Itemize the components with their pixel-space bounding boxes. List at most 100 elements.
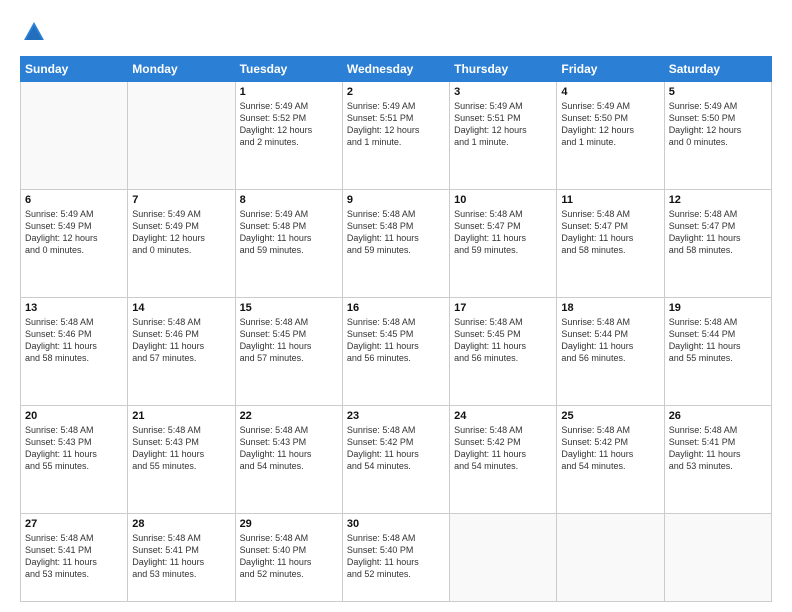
day-info: Sunrise: 5:48 AM Sunset: 5:47 PM Dayligh… (454, 208, 552, 257)
day-number: 29 (240, 518, 338, 530)
day-info: Sunrise: 5:49 AM Sunset: 5:50 PM Dayligh… (669, 100, 767, 149)
day-info: Sunrise: 5:49 AM Sunset: 5:51 PM Dayligh… (454, 100, 552, 149)
calendar-cell: 18 Sunrise: 5:48 AM Sunset: 5:44 PM Dayli… (557, 297, 664, 405)
day-number: 5 (669, 86, 767, 98)
day-number: 19 (669, 302, 767, 314)
day-info: Sunrise: 5:49 AM Sunset: 5:51 PM Dayligh… (347, 100, 445, 149)
calendar-cell: 14 Sunrise: 5:48 AM Sunset: 5:46 PM Dayli… (128, 297, 235, 405)
day-number: 6 (25, 194, 123, 206)
calendar-cell (128, 82, 235, 190)
header (20, 18, 772, 46)
weekday-header-sunday: Sunday (21, 57, 128, 82)
calendar-cell: 10 Sunrise: 5:48 AM Sunset: 5:47 PM Dayli… (450, 189, 557, 297)
weekday-header-monday: Monday (128, 57, 235, 82)
calendar-cell: 8 Sunrise: 5:49 AM Sunset: 5:48 PM Daylig… (235, 189, 342, 297)
calendar-cell: 3 Sunrise: 5:49 AM Sunset: 5:51 PM Daylig… (450, 82, 557, 190)
day-info: Sunrise: 5:48 AM Sunset: 5:47 PM Dayligh… (561, 208, 659, 257)
calendar-cell: 19 Sunrise: 5:48 AM Sunset: 5:44 PM Dayli… (664, 297, 771, 405)
day-info: Sunrise: 5:48 AM Sunset: 5:43 PM Dayligh… (240, 424, 338, 473)
day-info: Sunrise: 5:49 AM Sunset: 5:49 PM Dayligh… (132, 208, 230, 257)
calendar-cell: 27 Sunrise: 5:48 AM Sunset: 5:41 PM Dayli… (21, 513, 128, 601)
day-info: Sunrise: 5:48 AM Sunset: 5:48 PM Dayligh… (347, 208, 445, 257)
day-info: Sunrise: 5:49 AM Sunset: 5:50 PM Dayligh… (561, 100, 659, 149)
day-info: Sunrise: 5:48 AM Sunset: 5:42 PM Dayligh… (454, 424, 552, 473)
day-number: 16 (347, 302, 445, 314)
calendar-cell (664, 513, 771, 601)
day-number: 8 (240, 194, 338, 206)
day-number: 10 (454, 194, 552, 206)
logo (20, 18, 52, 46)
calendar-cell: 25Sunrise: 5:48 AM Sunset: 5:42 PM Dayli… (557, 405, 664, 513)
page: SundayMondayTuesdayWednesdayThursdayFrid… (0, 0, 792, 612)
day-number: 30 (347, 518, 445, 530)
day-number: 2 (347, 86, 445, 98)
calendar-cell: 29 Sunrise: 5:48 AM Sunset: 5:40 PM Dayli… (235, 513, 342, 601)
calendar-cell: 24 Sunrise: 5:48 AM Sunset: 5:42 PM Dayli… (450, 405, 557, 513)
day-info: Sunrise: 5:48 AM Sunset: 5:43 PM Dayligh… (25, 424, 123, 473)
day-number: 7 (132, 194, 230, 206)
calendar-cell (557, 513, 664, 601)
logo-icon (20, 18, 48, 46)
day-number: 9 (347, 194, 445, 206)
day-info: Sunrise: 5:48 AM Sunset: 5:41 PM Dayligh… (25, 532, 123, 581)
day-number: 18 (561, 302, 659, 314)
calendar-week-1: 1Sunrise: 5:49 AM Sunset: 5:52 PM Daylig… (21, 82, 772, 190)
weekday-header-tuesday: Tuesday (235, 57, 342, 82)
day-number: 22 (240, 410, 338, 422)
day-info: Sunrise: 5:48 AM Sunset: 5:45 PM Dayligh… (454, 316, 552, 365)
weekday-header-friday: Friday (557, 57, 664, 82)
calendar-cell: 22 Sunrise: 5:48 AM Sunset: 5:43 PM Dayli… (235, 405, 342, 513)
calendar-week-2: 6 Sunrise: 5:49 AM Sunset: 5:49 PM Daylig… (21, 189, 772, 297)
day-info: Sunrise: 5:48 AM Sunset: 5:40 PM Dayligh… (347, 532, 445, 581)
calendar-cell: 21 Sunrise: 5:48 AM Sunset: 5:43 PM Dayli… (128, 405, 235, 513)
day-info: Sunrise: 5:48 AM Sunset: 5:45 PM Dayligh… (240, 316, 338, 365)
day-info: Sunrise: 5:48 AM Sunset: 5:44 PM Dayligh… (561, 316, 659, 365)
day-info: Sunrise: 5:49 AM Sunset: 5:52 PM Dayligh… (240, 100, 338, 149)
day-number: 28 (132, 518, 230, 530)
day-number: 3 (454, 86, 552, 98)
day-info: Sunrise: 5:48 AM Sunset: 5:45 PM Dayligh… (347, 316, 445, 365)
day-info: Sunrise: 5:48 AM Sunset: 5:47 PM Dayligh… (669, 208, 767, 257)
day-info: Sunrise: 5:49 AM Sunset: 5:49 PM Dayligh… (25, 208, 123, 257)
calendar-cell: 17 Sunrise: 5:48 AM Sunset: 5:45 PM Dayli… (450, 297, 557, 405)
day-info: Sunrise: 5:48 AM Sunset: 5:40 PM Dayligh… (240, 532, 338, 581)
calendar-cell: 7 Sunrise: 5:49 AM Sunset: 5:49 PM Daylig… (128, 189, 235, 297)
calendar-cell: 9 Sunrise: 5:48 AM Sunset: 5:48 PM Daylig… (342, 189, 449, 297)
day-number: 24 (454, 410, 552, 422)
day-number: 21 (132, 410, 230, 422)
day-number: 12 (669, 194, 767, 206)
calendar-header-row: SundayMondayTuesdayWednesdayThursdayFrid… (21, 57, 772, 82)
day-number: 25 (561, 410, 659, 422)
day-info: Sunrise: 5:48 AM Sunset: 5:46 PM Dayligh… (25, 316, 123, 365)
calendar-cell: 2 Sunrise: 5:49 AM Sunset: 5:51 PM Daylig… (342, 82, 449, 190)
day-number: 11 (561, 194, 659, 206)
day-number: 4 (561, 86, 659, 98)
calendar-cell: 6 Sunrise: 5:49 AM Sunset: 5:49 PM Daylig… (21, 189, 128, 297)
weekday-header-thursday: Thursday (450, 57, 557, 82)
calendar-cell: 1Sunrise: 5:49 AM Sunset: 5:52 PM Daylig… (235, 82, 342, 190)
calendar-cell: 30 Sunrise: 5:48 AM Sunset: 5:40 PM Dayli… (342, 513, 449, 601)
day-info: Sunrise: 5:48 AM Sunset: 5:41 PM Dayligh… (669, 424, 767, 473)
calendar-table: SundayMondayTuesdayWednesdayThursdayFrid… (20, 56, 772, 602)
calendar-cell: 12 Sunrise: 5:48 AM Sunset: 5:47 PM Dayli… (664, 189, 771, 297)
day-info: Sunrise: 5:48 AM Sunset: 5:41 PM Dayligh… (132, 532, 230, 581)
calendar-cell: 26 Sunrise: 5:48 AM Sunset: 5:41 PM Dayli… (664, 405, 771, 513)
calendar-cell (21, 82, 128, 190)
calendar-cell: 20Sunrise: 5:48 AM Sunset: 5:43 PM Dayli… (21, 405, 128, 513)
day-info: Sunrise: 5:48 AM Sunset: 5:44 PM Dayligh… (669, 316, 767, 365)
weekday-header-wednesday: Wednesday (342, 57, 449, 82)
calendar-cell: 28 Sunrise: 5:48 AM Sunset: 5:41 PM Dayli… (128, 513, 235, 601)
day-number: 23 (347, 410, 445, 422)
day-number: 26 (669, 410, 767, 422)
day-info: Sunrise: 5:48 AM Sunset: 5:46 PM Dayligh… (132, 316, 230, 365)
day-number: 14 (132, 302, 230, 314)
calendar-cell: 11 Sunrise: 5:48 AM Sunset: 5:47 PM Dayli… (557, 189, 664, 297)
calendar-cell: 15Sunrise: 5:48 AM Sunset: 5:45 PM Dayli… (235, 297, 342, 405)
calendar-cell: 23Sunrise: 5:48 AM Sunset: 5:42 PM Dayli… (342, 405, 449, 513)
day-number: 27 (25, 518, 123, 530)
day-info: Sunrise: 5:48 AM Sunset: 5:43 PM Dayligh… (132, 424, 230, 473)
calendar-week-5: 27 Sunrise: 5:48 AM Sunset: 5:41 PM Dayli… (21, 513, 772, 601)
day-number: 17 (454, 302, 552, 314)
calendar-cell: 16 Sunrise: 5:48 AM Sunset: 5:45 PM Dayli… (342, 297, 449, 405)
day-info: Sunrise: 5:49 AM Sunset: 5:48 PM Dayligh… (240, 208, 338, 257)
